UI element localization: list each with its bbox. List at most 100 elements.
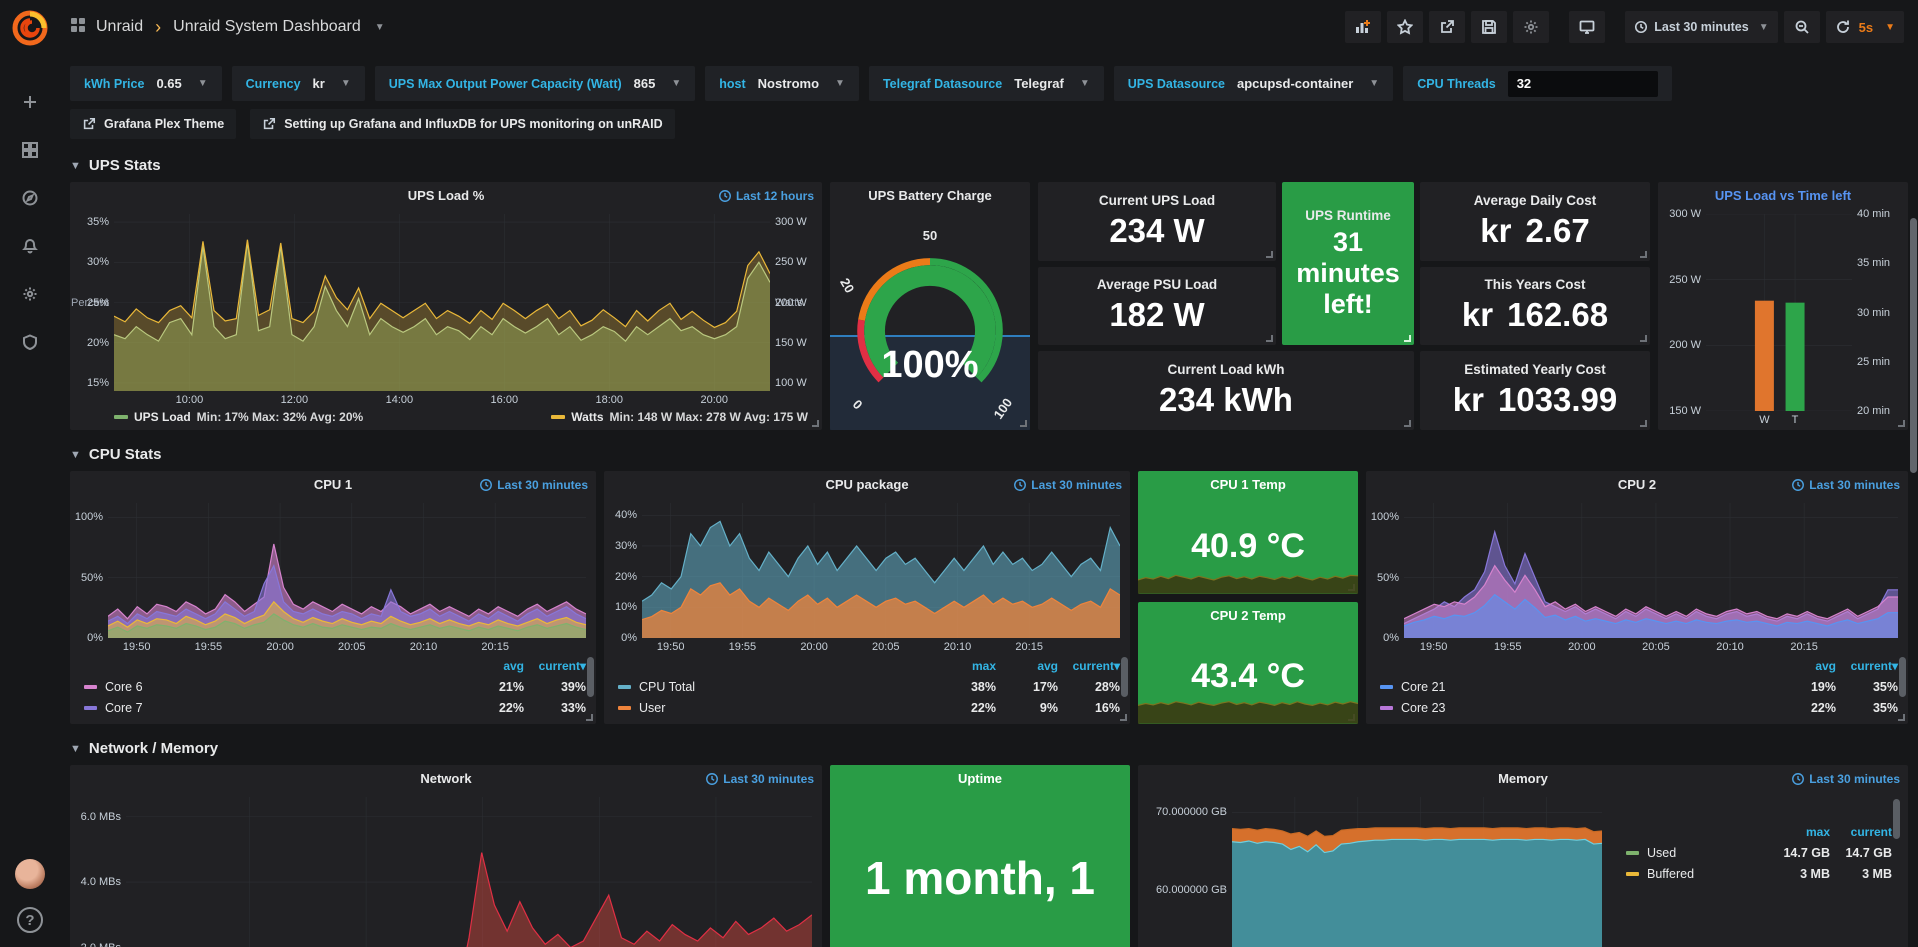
page-scrollbar[interactable] <box>1910 218 1917 473</box>
legend-scrollbar[interactable] <box>1893 799 1900 839</box>
axis-tick: 16:00 <box>491 394 519 406</box>
legend-sort-column[interactable]: avg <box>1774 659 1836 673</box>
dashboard-settings-button[interactable] <box>1513 11 1549 43</box>
variable-ups-max-watt[interactable]: UPS Max Output Power Capacity (Watt) 865… <box>375 66 696 101</box>
legend-series-label[interactable]: Core 6 <box>84 680 462 694</box>
panel-title[interactable]: UPS Battery Charge <box>830 188 1030 203</box>
configuration-gear-icon[interactable] <box>13 277 47 311</box>
y-axis: 100%50%0% <box>72 503 108 638</box>
panel-resize-handle[interactable] <box>1404 335 1411 342</box>
legend-series-label[interactable]: Used <box>1626 846 1768 860</box>
panel-title[interactable]: Estimated Yearly Cost <box>1464 362 1606 377</box>
legend-sort-column[interactable]: max <box>1768 825 1830 839</box>
panel-title[interactable]: This Years Cost <box>1484 277 1585 292</box>
panel-resize-handle[interactable] <box>1640 420 1647 427</box>
legend-item-watts[interactable]: Watts Min: 148 W Max: 278 W Avg: 175 W <box>551 410 808 424</box>
zoom-out-button[interactable] <box>1784 11 1820 43</box>
panel-resize-handle[interactable] <box>1898 420 1905 427</box>
legend-sort-column[interactable]: avg <box>462 659 524 673</box>
breadcrumb-folder[interactable]: Unraid <box>96 18 143 36</box>
variable-currency[interactable]: Currency kr▼ <box>232 66 365 101</box>
legend-scrollbar[interactable] <box>1899 657 1906 697</box>
legend-series-label[interactable]: User <box>618 701 934 715</box>
panel-title[interactable]: Average Daily Cost <box>1474 193 1597 208</box>
add-icon[interactable] <box>13 85 47 119</box>
axis-tick: 25% <box>87 297 109 309</box>
legend-series-label[interactable]: Core 23 <box>1380 701 1774 715</box>
legend-series-label[interactable]: Core 21 <box>1380 680 1774 694</box>
panel-title[interactable]: UPS Runtime <box>1305 208 1391 223</box>
alerting-bell-icon[interactable] <box>13 229 47 263</box>
legend-swatch <box>1380 706 1393 710</box>
cycle-view-mode-button[interactable] <box>1569 11 1605 43</box>
link-grafana-plex-theme[interactable]: Grafana Plex Theme <box>70 109 236 139</box>
legend-sort-column[interactable]: avg <box>996 659 1058 673</box>
panel-title[interactable]: Current UPS Load <box>1099 193 1215 208</box>
x-axis: 19:5019:5520:0020:0520:1020:15 <box>108 638 586 655</box>
panel-resize-handle[interactable] <box>1898 714 1905 721</box>
legend-series-label[interactable]: CPU Total <box>618 680 934 694</box>
variable-host[interactable]: host Nostromo▼ <box>705 66 859 101</box>
link-ups-monitoring-guide[interactable]: Setting up Grafana and InfluxDB for UPS … <box>250 109 674 139</box>
panel-resize-handle[interactable] <box>1640 335 1647 342</box>
cpu-package-chart[interactable] <box>642 503 1120 638</box>
panel-title[interactable]: Average PSU Load <box>1097 277 1217 292</box>
dashboards-icon[interactable] <box>13 133 47 167</box>
variable-kwh-price[interactable]: kWh Price 0.65▼ <box>70 66 222 101</box>
legend-sort-column[interactable]: current▾ <box>1058 659 1120 673</box>
refresh-button[interactable]: 5s ▼ <box>1826 11 1904 43</box>
save-button[interactable] <box>1471 11 1507 43</box>
ups-load-chart[interactable] <box>114 214 770 391</box>
memory-chart[interactable] <box>1232 797 1602 947</box>
server-admin-shield-icon[interactable] <box>13 325 47 359</box>
cpu2-chart[interactable] <box>1404 503 1898 638</box>
panel-title[interactable]: UPS Load vs Time left <box>1658 188 1908 203</box>
variable-telegraf-datasource[interactable]: Telegraf Datasource Telegraf▼ <box>869 66 1104 101</box>
dashboard-title[interactable]: Unraid System Dashboard <box>173 18 361 36</box>
panel-title[interactable]: Current Load kWh <box>1168 362 1285 377</box>
apps-grid-icon[interactable] <box>70 17 86 38</box>
refresh-interval-label[interactable]: 5s <box>1859 20 1873 35</box>
section-cpu-stats[interactable]: ▼ CPU Stats <box>70 446 1908 463</box>
panel-title[interactable]: CPU 2 Temp <box>1138 608 1358 623</box>
legend-sort-column[interactable]: current▾ <box>1836 659 1898 673</box>
star-button[interactable] <box>1387 11 1423 43</box>
axis-tick: 19:55 <box>195 641 223 653</box>
panel-resize-handle[interactable] <box>1266 251 1273 258</box>
legend-item-ups-load[interactable]: UPS Load Min: 17% Max: 32% Avg: 20% <box>114 410 363 424</box>
ups-bars-chart[interactable] <box>1706 214 1852 411</box>
share-button[interactable] <box>1429 11 1465 43</box>
legend-series-label[interactable]: Core 7 <box>84 701 462 715</box>
time-range-picker[interactable]: Last 30 minutes ▼ <box>1625 11 1777 43</box>
variable-ups-datasource[interactable]: UPS Datasource apcupsd-container▼ <box>1114 66 1393 101</box>
grafana-logo[interactable] <box>10 8 50 48</box>
panel-resize-handle[interactable] <box>1120 714 1127 721</box>
panel-title[interactable]: CPU 1 Temp <box>1138 477 1358 492</box>
panel-resize-handle[interactable] <box>812 420 819 427</box>
sidebar: ? <box>0 0 60 947</box>
panel-resize-handle[interactable] <box>586 714 593 721</box>
cpu2-temp-value: 43.4 °C <box>1138 630 1358 725</box>
legend-sort-column[interactable]: current▾ <box>524 659 586 673</box>
panel-resize-handle[interactable] <box>1020 420 1027 427</box>
panel-title[interactable]: Uptime <box>830 771 1130 786</box>
legend-sort-column[interactable]: current <box>1830 825 1892 839</box>
user-avatar[interactable] <box>15 859 45 889</box>
section-network-memory[interactable]: ▼ Network / Memory <box>70 740 1908 757</box>
legend-scrollbar[interactable] <box>1121 657 1128 697</box>
cpu-threads-input[interactable]: 32 <box>1508 71 1658 97</box>
cpu1-chart[interactable] <box>108 503 586 638</box>
panel-resize-handle[interactable] <box>1404 420 1411 427</box>
help-icon[interactable]: ? <box>17 907 43 933</box>
chevron-down-icon[interactable]: ▼ <box>375 22 385 33</box>
add-panel-button[interactable] <box>1345 11 1381 43</box>
network-chart[interactable] <box>126 797 812 947</box>
explore-compass-icon[interactable] <box>13 181 47 215</box>
legend-scrollbar[interactable] <box>587 657 594 697</box>
section-ups-stats[interactable]: ▼ UPS Stats <box>70 157 1908 174</box>
panel-resize-handle[interactable] <box>1640 251 1647 258</box>
panel-resize-handle[interactable] <box>1266 335 1273 342</box>
panel-title[interactable]: UPS Load % <box>70 188 822 203</box>
legend-sort-column[interactable]: max <box>934 659 996 673</box>
legend-series-label[interactable]: Buffered <box>1626 867 1768 881</box>
